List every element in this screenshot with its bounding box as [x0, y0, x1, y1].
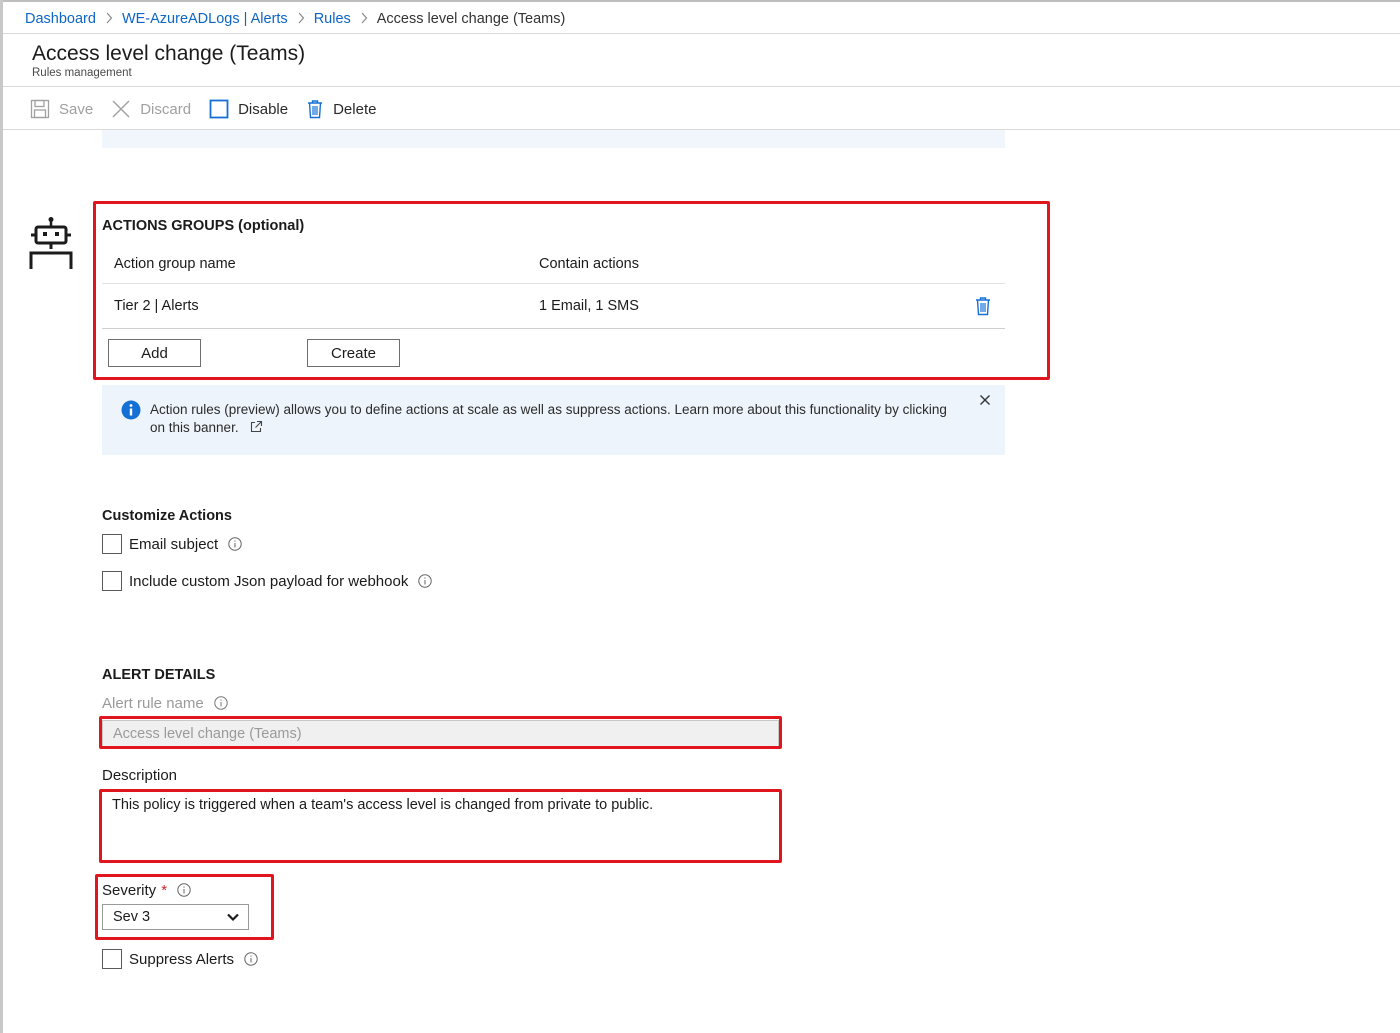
breadcrumb-dashboard[interactable]: Dashboard: [25, 11, 96, 27]
email-subject-option: Email subject: [102, 534, 242, 554]
description-label: Description: [102, 767, 178, 784]
breadcrumb-alerts[interactable]: WE-AzureADLogs | Alerts: [122, 11, 288, 27]
discard-button[interactable]: Discard: [111, 99, 191, 119]
info-circle-icon[interactable]: [214, 696, 228, 710]
trash-icon: [308, 100, 323, 119]
rule-name-highlight: [99, 716, 782, 749]
page-title: Access level change (Teams): [32, 42, 306, 65]
close-icon[interactable]: [976, 391, 994, 409]
header-divider: [3, 33, 1400, 34]
disable-label: Disable: [238, 100, 289, 118]
suppress-alerts-label: Suppress Alerts: [129, 950, 235, 968]
save-button[interactable]: Save: [30, 99, 93, 119]
email-subject-checkbox[interactable]: [102, 534, 122, 554]
previous-section-panel: [102, 130, 1005, 148]
table-row[interactable]: Tier 2 | Alerts 1 Email, 1 SMS: [102, 284, 1005, 329]
email-subject-label: Email subject: [129, 535, 219, 553]
action-group-actions: 1 Email, 1 SMS: [539, 298, 639, 314]
alert-rule-name-label: Alert rule name: [102, 694, 204, 712]
alert-details-heading: ALERT DETAILS: [102, 667, 216, 683]
alert-rule-name-label-row: Alert rule name: [102, 693, 228, 713]
suppress-alerts-option: Suppress Alerts: [102, 949, 258, 969]
title-divider: [3, 86, 1400, 87]
action-groups-table-header: Action group name Contain actions: [102, 244, 1005, 284]
info-circle-icon[interactable]: [228, 537, 242, 551]
info-circle-icon[interactable]: [244, 952, 258, 966]
trash-icon: [976, 297, 990, 316]
column-header-actions: Contain actions: [539, 255, 639, 272]
window-top-edge: [0, 0, 1400, 2]
command-bar: Save Discard Disable Delete: [30, 96, 394, 122]
severity-highlight: [95, 874, 274, 940]
custom-json-option: Include custom Json payload for webhook: [102, 571, 433, 591]
close-icon: [112, 100, 130, 118]
info-icon: [121, 400, 141, 420]
banner-text: Action rules (preview) allows you to def…: [150, 401, 950, 436]
delete-row-button[interactable]: [975, 284, 991, 328]
checkbox-icon: [209, 99, 229, 119]
suppress-alerts-checkbox[interactable]: [102, 949, 122, 969]
custom-json-checkbox[interactable]: [102, 571, 122, 591]
window-left-edge: [0, 0, 3, 1033]
add-button[interactable]: Add: [108, 339, 201, 367]
page-subtitle: Rules management: [32, 67, 132, 79]
chevron-right-icon: [360, 12, 368, 27]
custom-json-label: Include custom Json payload for webhook: [129, 572, 409, 590]
save-icon: [30, 99, 50, 119]
breadcrumb-current: Access level change (Teams): [376, 11, 566, 27]
discard-label: Discard: [140, 100, 192, 118]
info-circle-icon[interactable]: [418, 574, 433, 588]
breadcrumb-rules[interactable]: Rules: [314, 11, 351, 27]
chevron-right-icon: [105, 12, 113, 27]
disable-button[interactable]: Disable: [209, 99, 288, 119]
column-header-name: Action group name: [114, 255, 236, 272]
robot-icon: [29, 217, 73, 269]
banner-message: Action rules (preview) allows you to def…: [150, 402, 947, 435]
chevron-right-icon: [297, 12, 305, 27]
delete-button[interactable]: Delete: [306, 99, 376, 119]
external-link-icon[interactable]: [250, 420, 263, 433]
breadcrumb: Dashboard WE-AzureADLogs | Alerts Rules …: [25, 10, 565, 28]
delete-label: Delete: [333, 100, 377, 118]
description-highlight: [99, 789, 782, 863]
action-group-name: Tier 2 | Alerts: [114, 298, 199, 314]
create-button[interactable]: Create: [307, 339, 400, 367]
action-groups-heading: ACTIONS GROUPS (optional): [102, 218, 305, 234]
save-label: Save: [59, 100, 94, 118]
customize-actions-heading: Customize Actions: [102, 508, 232, 524]
